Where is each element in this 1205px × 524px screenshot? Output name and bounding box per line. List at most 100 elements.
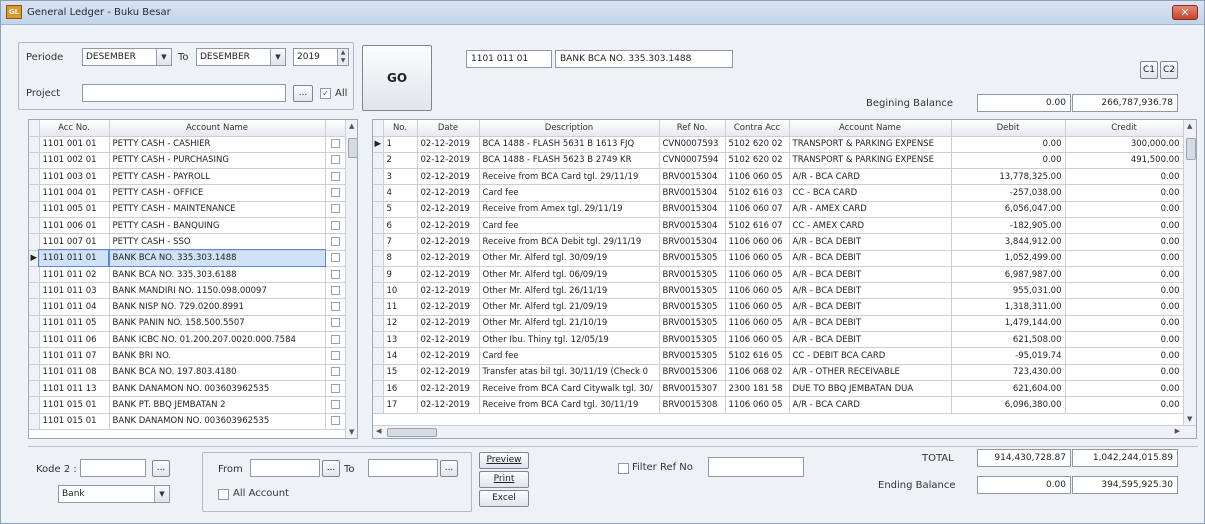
account-row[interactable]: 1101 011 03 BANK MANDIRI NO. 1150.098.000… (29, 282, 346, 300)
date-cell[interactable]: 02-12-2019 (417, 331, 480, 349)
col-account-name[interactable]: Account Name (109, 120, 326, 137)
account-name-cell[interactable]: A/R - BCA DEBIT (789, 331, 952, 349)
accounts-scrollbar[interactable]: ▲ ▼ (345, 120, 357, 438)
contra-acc-cell[interactable]: 1106 060 05 (725, 282, 790, 300)
credit-cell[interactable]: 0.00 (1065, 250, 1184, 267)
date-cell[interactable]: 02-12-2019 (417, 396, 480, 414)
contra-acc-cell[interactable]: 1106 060 05 (725, 266, 790, 284)
ledger-row[interactable]: ▶ 1 02-12-2019 BCA 1488 - FLASH 5631 B 1613… (373, 136, 1184, 153)
chevron-down-icon[interactable]: ▼ (156, 49, 171, 65)
date-cell[interactable]: 02-12-2019 (417, 184, 480, 202)
ledger-row[interactable]: 4 02-12-2019 Card fee BRV0015304 5102 616 03… (373, 184, 1184, 202)
credit-cell[interactable]: 0.00 (1065, 347, 1184, 365)
acc-no-cell[interactable]: 1101 011 05 (39, 315, 110, 333)
account-name-cell[interactable]: BANK NISP NO. 729.0200.8991 (109, 298, 326, 316)
credit-cell[interactable]: 0.00 (1065, 282, 1184, 300)
acc-no-cell[interactable]: 1101 011 07 (39, 347, 110, 365)
debit-cell[interactable]: -95,019.74 (951, 347, 1066, 365)
account-row[interactable]: 1101 006 01 PETTY CASH - BANQUING (29, 217, 346, 235)
ledger-row[interactable]: 14 02-12-2019 Card fee BRV0015305 5102 616 0… (373, 347, 1184, 365)
account-row[interactable]: 1101 003 01 PETTY CASH - PAYROLL (29, 168, 346, 186)
account-name-cell[interactable]: BANK PANIN NO. 158.500.5507 (109, 315, 326, 333)
ref-no-cell[interactable]: BRV0015305 (659, 347, 726, 365)
account-name-cell[interactable]: PETTY CASH - SSO (109, 233, 326, 251)
acc-no-cell[interactable]: 1101 011 13 (39, 380, 110, 398)
row-checkbox-cell[interactable] (325, 152, 346, 170)
account-name-cell[interactable]: BANK MANDIRI NO. 1150.098.00097 (109, 282, 326, 300)
account-name-cell[interactable]: BANK DANAMON NO. 003603962535 (109, 413, 326, 430)
row-checkbox[interactable] (330, 302, 340, 312)
col-description[interactable]: Description (479, 120, 660, 137)
debit-cell[interactable]: 3,844,912.00 (951, 233, 1066, 251)
no-cell[interactable]: 12 (383, 315, 418, 333)
debit-cell[interactable]: -257,038.00 (951, 184, 1066, 202)
debit-cell[interactable]: 621,508.00 (951, 331, 1066, 349)
col-debit[interactable]: Debit (951, 120, 1066, 137)
no-cell[interactable]: 15 (383, 364, 418, 381)
row-checkbox[interactable] (330, 399, 340, 409)
row-checkbox[interactable] (330, 383, 340, 393)
date-cell[interactable]: 02-12-2019 (417, 298, 480, 316)
row-checkbox-cell[interactable] (325, 168, 346, 186)
credit-cell[interactable]: 0.00 (1065, 233, 1184, 251)
row-checkbox-cell[interactable] (325, 250, 346, 267)
col-credit[interactable]: Credit (1065, 120, 1184, 137)
row-checkbox[interactable] (330, 220, 340, 230)
date-cell[interactable]: 02-12-2019 (417, 217, 480, 235)
date-cell[interactable]: 02-12-2019 (417, 364, 480, 381)
row-checkbox-cell[interactable] (325, 266, 346, 284)
ledger-row[interactable]: 2 02-12-2019 BCA 1488 - FLASH 5623 B 2749 … (373, 152, 1184, 170)
row-checkbox[interactable] (330, 204, 340, 214)
account-name-cell[interactable]: BANK BRI NO. (109, 347, 326, 365)
scroll-down-icon[interactable]: ▼ (1187, 415, 1192, 423)
account-name-cell[interactable]: A/R - BCA DEBIT (789, 233, 952, 251)
acc-no-cell[interactable]: 1101 005 01 (39, 201, 110, 218)
row-checkbox-cell[interactable] (325, 413, 346, 430)
row-checkbox-cell[interactable] (325, 347, 346, 365)
ledger-hscrollbar[interactable]: ◀ ▶ (373, 425, 1196, 438)
description-cell[interactable]: Receive from BCA Debit tgl. 29/11/19 (479, 233, 660, 251)
date-cell[interactable]: 02-12-2019 (417, 136, 480, 153)
credit-cell[interactable]: 0.00 (1065, 380, 1184, 398)
chevron-down-icon[interactable]: ▼ (154, 486, 169, 502)
acc-no-cell[interactable]: 1101 004 01 (39, 184, 110, 202)
ledger-row[interactable]: 17 02-12-2019 Receive from BCA Card tgl. 3… (373, 396, 1184, 414)
description-cell[interactable]: Receive from BCA Card Citywalk tgl. 30/ (479, 380, 660, 398)
no-cell[interactable]: 16 (383, 380, 418, 398)
account-row[interactable]: 1101 004 01 PETTY CASH - OFFICE (29, 184, 346, 202)
contra-acc-cell[interactable]: 1106 068 02 (725, 364, 790, 381)
ref-no-cell[interactable]: BRV0015305 (659, 266, 726, 284)
account-name-cell[interactable]: A/R - BCA DEBIT (789, 266, 952, 284)
account-row[interactable]: 1101 015 01 BANK DANAMON NO. 003603962535 (29, 413, 346, 430)
credit-cell[interactable]: 0.00 (1065, 168, 1184, 186)
row-checkbox[interactable] (330, 318, 340, 328)
credit-cell[interactable]: 0.00 (1065, 315, 1184, 333)
account-name-cell[interactable]: CC - AMEX CARD (789, 217, 952, 235)
account-row[interactable]: 1101 015 01 BANK PT. BBQ JEMBATAN 2 (29, 396, 346, 414)
account-row[interactable]: 1101 011 04 BANK NISP NO. 729.0200.8991 (29, 298, 346, 316)
account-name-cell[interactable]: TRANSPORT & PARKING EXPENSE (789, 136, 952, 153)
account-name-cell[interactable]: PETTY CASH - PAYROLL (109, 168, 326, 186)
scroll-left-icon[interactable]: ◀ (376, 427, 381, 435)
filter-ref-input[interactable] (708, 457, 804, 477)
acc-no-cell[interactable]: 1101 003 01 (39, 168, 110, 186)
debit-cell[interactable]: 13,778,325.00 (951, 168, 1066, 186)
acc-no-cell[interactable]: 1101 015 01 (39, 396, 110, 414)
credit-cell[interactable]: 0.00 (1065, 201, 1184, 218)
row-checkbox[interactable] (330, 253, 340, 263)
date-cell[interactable]: 02-12-2019 (417, 315, 480, 333)
to-input[interactable] (368, 459, 438, 477)
account-name-cell[interactable]: A/R - BCA CARD (789, 396, 952, 414)
description-cell[interactable]: Other Mr. Alferd tgl. 26/11/19 (479, 282, 660, 300)
date-cell[interactable]: 02-12-2019 (417, 152, 480, 170)
preview-button[interactable]: Preview (479, 452, 529, 469)
acc-no-cell[interactable]: 1101 011 06 (39, 331, 110, 349)
contra-acc-cell[interactable]: 1106 060 07 (725, 201, 790, 218)
row-checkbox-cell[interactable] (325, 233, 346, 251)
no-cell[interactable]: 4 (383, 184, 418, 202)
debit-cell[interactable]: 1,318,311.00 (951, 298, 1066, 316)
row-checkbox-cell[interactable] (325, 298, 346, 316)
no-cell[interactable]: 2 (383, 152, 418, 170)
all-checkbox[interactable]: ✓ (320, 88, 331, 99)
description-cell[interactable]: Receive from BCA Card tgl. 30/11/19 (479, 396, 660, 414)
